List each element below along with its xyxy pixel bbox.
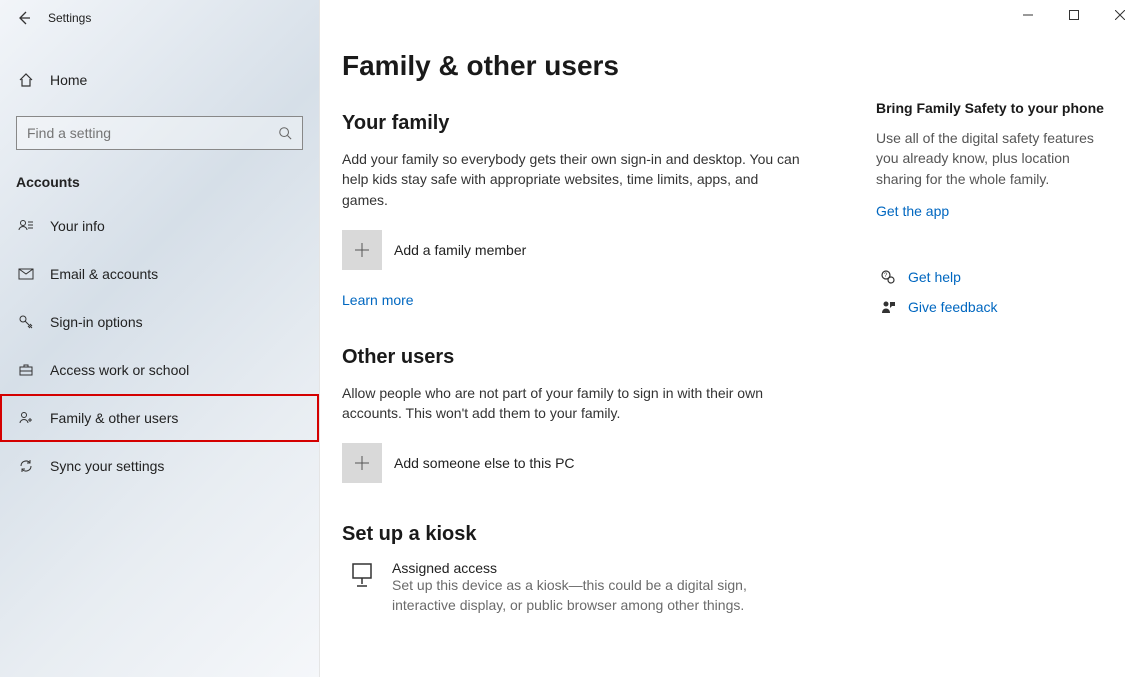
main-area: Family & other users Your family Add you… [320, 0, 1143, 677]
person-card-icon [16, 218, 36, 234]
search-input[interactable] [27, 125, 278, 141]
content-column: Family & other users Your family Add you… [320, 0, 876, 677]
family-safety-heading: Bring Family Safety to your phone [876, 100, 1119, 116]
sidebar-item-label: Sign-in options [50, 314, 143, 330]
maximize-button[interactable] [1051, 0, 1097, 30]
plus-tile [342, 230, 382, 270]
arrow-left-icon [16, 10, 32, 26]
learn-more-link[interactable]: Learn more [342, 292, 414, 308]
get-help-row[interactable]: ? Get help [876, 269, 1119, 285]
people-icon [16, 410, 36, 426]
feedback-icon [876, 299, 900, 315]
give-feedback-row[interactable]: Give feedback [876, 299, 1119, 315]
add-family-member-button[interactable]: Add a family member [342, 230, 852, 270]
search-icon [278, 126, 292, 140]
plus-tile [342, 443, 382, 483]
search-container [16, 116, 303, 150]
add-family-member-label: Add a family member [394, 242, 526, 258]
other-users-description: Allow people who are not part of your fa… [342, 383, 802, 424]
sidebar-item-access-work-school[interactable]: Access work or school [0, 346, 319, 394]
sidebar-item-sync-settings[interactable]: Sync your settings [0, 442, 319, 490]
help-icon: ? [876, 269, 900, 285]
sidebar: Settings Home Accounts Your info Email &… [0, 0, 320, 677]
minimize-icon [1023, 10, 1033, 20]
assigned-access-description: Set up this device as a kiosk—this could… [392, 576, 812, 615]
back-button[interactable] [0, 0, 48, 36]
plus-icon [354, 455, 370, 471]
sidebar-item-label: Email & accounts [50, 266, 158, 282]
sidebar-item-label: Sync your settings [50, 458, 164, 474]
add-other-user-button[interactable]: Add someone else to this PC [342, 443, 852, 483]
minimize-button[interactable] [1005, 0, 1051, 30]
window-controls [1005, 0, 1143, 30]
give-feedback-link[interactable]: Give feedback [908, 299, 998, 315]
maximize-icon [1069, 10, 1079, 20]
your-family-description: Add your family so everybody gets their … [342, 149, 802, 210]
your-family-heading: Your family [342, 112, 852, 135]
window-title: Settings [48, 11, 91, 25]
close-icon [1115, 10, 1125, 20]
search-box[interactable] [16, 116, 303, 150]
sidebar-item-email-accounts[interactable]: Email & accounts [0, 250, 319, 298]
kiosk-heading: Set up a kiosk [342, 523, 852, 546]
sidebar-item-your-info[interactable]: Your info [0, 202, 319, 250]
get-help-link[interactable]: Get help [908, 269, 961, 285]
sync-icon [16, 458, 36, 474]
sidebar-item-label: Access work or school [50, 362, 189, 378]
page-title: Family & other users [342, 50, 852, 82]
sidebar-item-label: Your info [50, 218, 105, 234]
home-label: Home [50, 72, 87, 88]
add-other-user-label: Add someone else to this PC [394, 455, 575, 471]
kiosk-icon [342, 560, 382, 588]
assigned-access-title: Assigned access [392, 560, 812, 576]
assigned-access-button[interactable]: Assigned access Set up this device as a … [342, 560, 852, 615]
briefcase-icon [16, 362, 36, 378]
sidebar-item-label: Family & other users [50, 410, 178, 426]
right-column: Bring Family Safety to your phone Use al… [876, 0, 1143, 677]
sidebar-section-label: Accounts [16, 174, 319, 190]
close-button[interactable] [1097, 0, 1143, 30]
family-safety-description: Use all of the digital safety features y… [876, 128, 1116, 189]
home-nav[interactable]: Home [0, 60, 319, 100]
plus-icon [354, 242, 370, 258]
other-users-heading: Other users [342, 346, 852, 369]
sidebar-item-signin-options[interactable]: Sign-in options [0, 298, 319, 346]
mail-icon [16, 266, 36, 282]
sidebar-item-family-other-users[interactable]: Family & other users [0, 394, 319, 442]
key-icon [16, 314, 36, 330]
get-the-app-link[interactable]: Get the app [876, 203, 949, 219]
titlebar: Settings [0, 0, 319, 36]
home-icon [16, 72, 36, 88]
